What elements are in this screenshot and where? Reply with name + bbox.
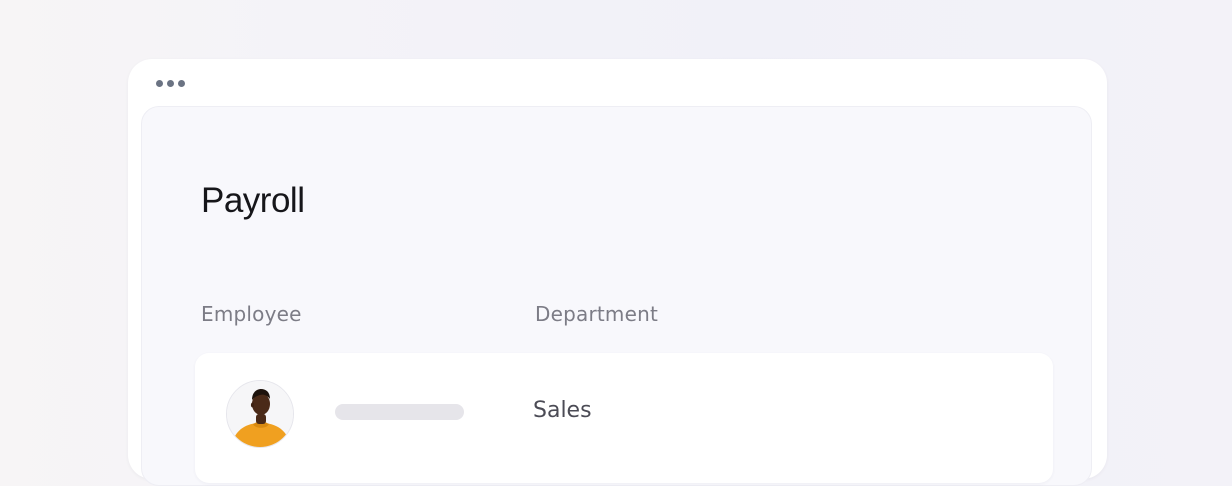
page-title: Payroll [201, 181, 305, 220]
window-menu-dots[interactable] [156, 80, 185, 87]
column-header-department[interactable]: Department [535, 302, 658, 326]
table-row[interactable]: Sales [195, 353, 1053, 483]
app-window: Payroll Employee Department Sales [128, 59, 1107, 486]
dot-icon [167, 80, 174, 87]
department-cell: Sales [533, 398, 592, 423]
employee-name-placeholder [335, 404, 464, 420]
dot-icon [156, 80, 163, 87]
payroll-panel: Payroll Employee Department Sales [141, 106, 1092, 486]
person-avatar-icon [227, 381, 293, 447]
avatar [226, 380, 294, 448]
column-header-employee[interactable]: Employee [201, 302, 302, 326]
dot-icon [178, 80, 185, 87]
